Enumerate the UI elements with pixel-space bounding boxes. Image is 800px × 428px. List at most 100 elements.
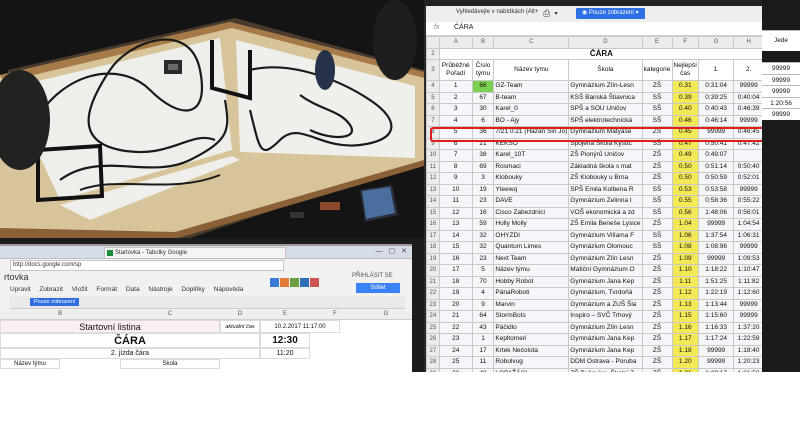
table-row[interactable]: 10 7 38 Karel_10T ZŠ Pionýrů Uničov ZŠ 0.49 0:4… [426, 149, 764, 162]
school-cell[interactable]: Gymnázium Olomouc [568, 241, 643, 254]
header-cell[interactable]: 1. [697, 59, 735, 81]
table-row[interactable]: 13 10 19 Yteewq SPŠ Emila Kolbena R SŠ 0.53 0:5… [426, 183, 764, 196]
row-header[interactable]: 25 [426, 321, 440, 334]
view-only-button[interactable]: ◉ Pouze zobrazení ▾ [576, 8, 645, 19]
school-cell[interactable]: ZŠ Pionýrů Uničov [568, 149, 643, 162]
run-1-cell[interactable]: 1:15:60 [697, 310, 735, 323]
team-name-header[interactable]: Název týmu [0, 359, 60, 369]
run-2-cell[interactable]: 99999 [733, 80, 764, 93]
school-cell[interactable]: SPŠ Emila Kolbena R [568, 183, 643, 196]
team-number-cell[interactable]: 3 [471, 172, 495, 185]
rank-cell[interactable]: 2 [438, 91, 473, 104]
category-cell[interactable]: ZŠ [641, 149, 673, 162]
team-number-cell[interactable]: 48 [471, 367, 495, 372]
team-name-cell[interactable]: Kepltomeri [493, 333, 570, 346]
menu-data[interactable]: Data [126, 286, 140, 293]
team-number-cell[interactable]: 59 [471, 218, 495, 231]
category-cell[interactable]: ZŠ [641, 310, 673, 323]
filter-icon[interactable]: ▾ [554, 8, 562, 18]
run-1-cell[interactable]: 0:31:04 [697, 80, 735, 93]
school-cell[interactable]: SPŠ elektrotechnická [568, 114, 643, 127]
view-only-button[interactable]: Pouze zobrazení [30, 298, 80, 306]
team-number-cell[interactable]: 69 [471, 160, 495, 173]
category-cell[interactable]: ZŠ [641, 333, 673, 346]
run-1-cell[interactable]: 0:40:43 [697, 103, 735, 116]
school-cell[interactable]: Gymnázium Zelinna I [568, 195, 643, 208]
best-time-cell[interactable]: 1.09 [671, 252, 699, 265]
row-header[interactable]: 20 [426, 264, 440, 277]
rank-cell[interactable]: 9 [438, 172, 473, 185]
run-1-cell[interactable]: 99999 [697, 252, 735, 265]
rank-cell[interactable]: 24 [438, 344, 473, 357]
run-2-cell[interactable]: 0:46:39 [733, 103, 764, 116]
rank-cell[interactable]: 11 [438, 195, 473, 208]
table-row[interactable]: 12 9 3 Klobouky ZŠ Klobouky u Brna ZŠ 0.50 0:50… [426, 172, 764, 185]
run-2-cell[interactable]: 0:56:01 [733, 206, 764, 219]
category-cell[interactable]: ZŠ [641, 252, 673, 265]
column-header-d[interactable]: D [220, 310, 261, 320]
best-time-cell[interactable]: 0.31 [671, 80, 699, 93]
row-header[interactable]: 13 [426, 183, 440, 196]
table-row[interactable]: 17 14 32 OHYZDI Gymnázium Vilíama F SŠ 1.06 1:3… [426, 229, 764, 242]
best-time-cell[interactable]: 1.10 [671, 264, 699, 277]
team-number-cell[interactable]: 32 [471, 241, 495, 254]
team-name-cell[interactable]: Quantum Limes [493, 241, 570, 254]
best-time-cell[interactable]: 1.20 [671, 356, 699, 369]
best-time-cell[interactable]: 1.11 [671, 275, 699, 288]
category-cell[interactable]: SŠ [641, 114, 673, 127]
best-time-cell[interactable]: 1.21 [671, 367, 699, 372]
run-1-cell[interactable]: 1:17:24 [697, 333, 735, 346]
rank-cell[interactable]: 16 [438, 252, 473, 265]
run-1-cell[interactable]: 99999 [697, 218, 735, 231]
run-1-cell[interactable]: 1:22:19 [697, 287, 735, 300]
team-number-cell[interactable]: 17 [471, 344, 495, 357]
run-2-cell[interactable]: 1:18:40 [733, 344, 764, 357]
run-2-cell[interactable]: 1:37:20 [733, 321, 764, 334]
category-cell[interactable]: ZŠ [641, 298, 673, 311]
school-cell[interactable]: Inspiro – SVČ Trhový [568, 310, 643, 323]
best-time-cell[interactable]: 0.50 [671, 160, 699, 173]
rank-cell[interactable]: 19 [438, 287, 473, 300]
school-cell[interactable]: Matiční Gymnázium O [568, 264, 643, 277]
row-header[interactable]: 26 [426, 333, 440, 346]
run-1-cell[interactable]: 99999 [697, 344, 735, 357]
school-cell[interactable]: Základná škola s mat [568, 160, 643, 173]
rank-cell[interactable]: 12 [438, 206, 473, 219]
team-name-cell[interactable]: Krtek Nečolota [493, 344, 570, 357]
rank-cell[interactable]: 22 [438, 321, 473, 334]
row-header[interactable]: 3 [426, 59, 440, 81]
run-1-cell[interactable]: 1:16:33 [697, 321, 735, 334]
run-2-cell[interactable]: 99999 [733, 241, 764, 254]
table-row[interactable]: 18 15 32 Quantum Limes Gymnázium Olomouc SŠ 1.… [426, 241, 764, 254]
best-time-cell[interactable]: 1.15 [671, 310, 699, 323]
team-name-cell[interactable]: Rosmaci [493, 160, 570, 173]
school-header[interactable]: Škola [120, 359, 220, 369]
run-1-cell[interactable]: 0:53:58 [697, 183, 735, 196]
team-name-cell[interactable]: Robolvug [493, 356, 570, 369]
menu-view[interactable]: Zobrazit [39, 286, 62, 293]
team-name-cell[interactable]: Název týmu [493, 264, 570, 277]
team-name-cell[interactable]: StormBots [493, 310, 570, 323]
school-cell[interactable]: Gymnázium Zlín Lesn [568, 321, 643, 334]
row-header[interactable]: 22 [426, 287, 440, 300]
run-2-cell[interactable] [733, 149, 764, 162]
school-cell[interactable]: ZŠ Emila Beneše Lysice [568, 218, 643, 231]
run-2-cell[interactable]: 99999 [733, 310, 764, 323]
category-cell[interactable]: ZŠ [641, 321, 673, 334]
category-cell[interactable]: ZŠ [641, 275, 673, 288]
table-row[interactable]: 4 1 66 GZ-Team Gymnázium Zlín-Lesn ZŠ 0.31 0:31… [426, 80, 764, 93]
best-time-cell[interactable]: 0.39 [671, 91, 699, 104]
team-number-cell[interactable]: 38 [471, 149, 495, 162]
rank-cell[interactable]: 25 [438, 356, 473, 369]
row-header[interactable]: 7 [426, 114, 440, 127]
start-list-title[interactable]: Startovní listina [0, 320, 220, 333]
row-header[interactable]: 6 [426, 103, 440, 116]
table-row[interactable]: 19 16 23 Next Team Gymnázium Zlín Lesn ZŠ 1.09… [426, 252, 764, 265]
run-1-cell[interactable]: 99999 [697, 356, 735, 369]
row-header[interactable]: 10 [426, 149, 440, 162]
rank-cell[interactable]: 1 [438, 80, 473, 93]
table-row[interactable]: 24 21 64 StormBots Inspiro – SVČ Trhový ZŠ 1.1… [426, 310, 764, 323]
run-1-cell[interactable]: 0:50:59 [697, 172, 735, 185]
category-cell[interactable]: ZŠ [641, 80, 673, 93]
best-time-cell[interactable]: 0.40 [671, 103, 699, 116]
